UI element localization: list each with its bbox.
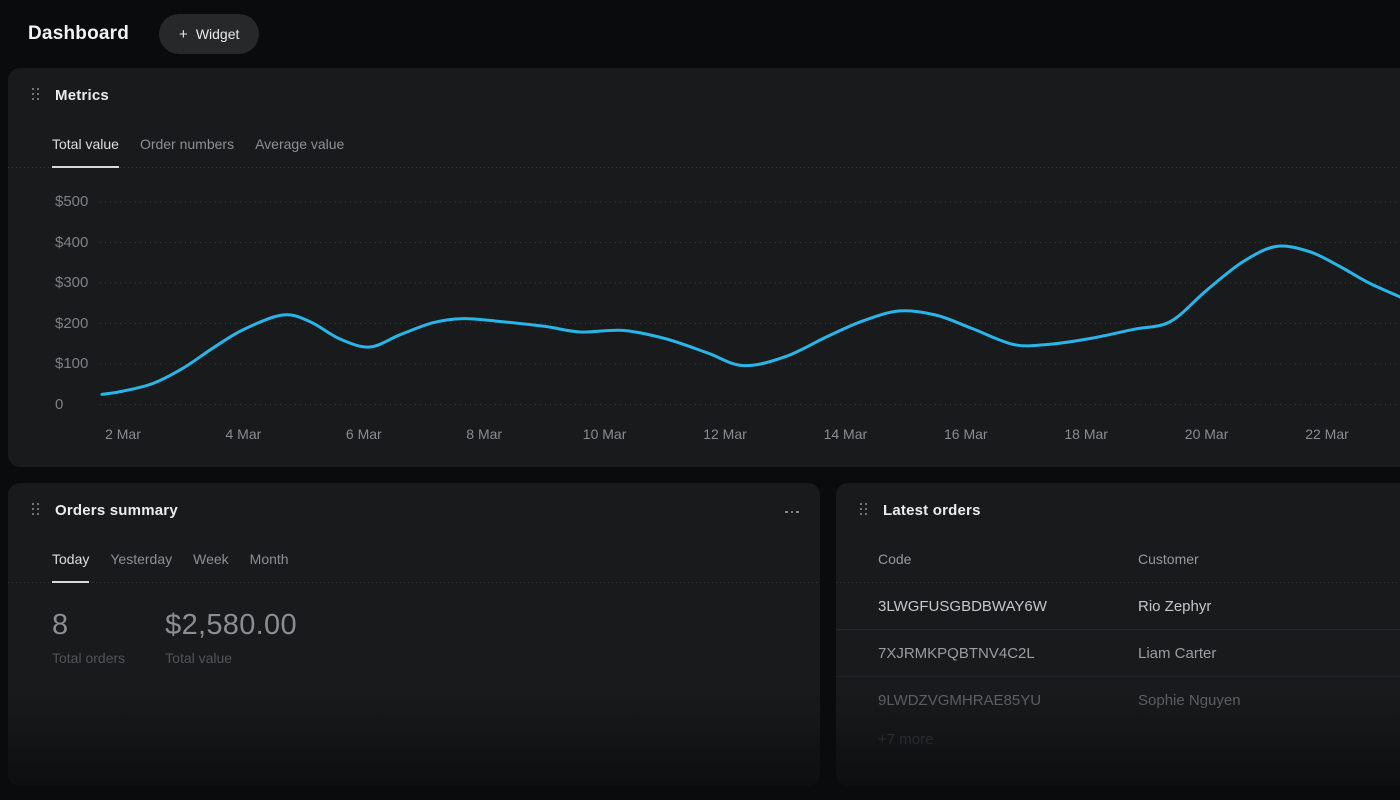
latest-orders-title: Latest orders: [883, 502, 981, 519]
plus-icon: +: [179, 26, 188, 43]
total-orders-label: Total orders: [52, 650, 125, 666]
order-code: 7XJRMKPQBTNV4C2L: [878, 645, 1138, 662]
drag-handle-icon[interactable]: [860, 503, 867, 515]
metrics-widget: Metrics Total value Order numbers Averag…: [8, 68, 1400, 467]
order-customer: Sophie Nguyen: [1138, 692, 1241, 709]
add-widget-button[interactable]: + Widget: [159, 14, 259, 54]
latest-orders-header: Code Customer: [836, 535, 1400, 583]
x-tick-label: 12 Mar: [690, 426, 760, 442]
stat-total-value: $2,580.00 Total value: [165, 609, 297, 666]
x-tick-label: 2 Mar: [88, 426, 158, 442]
more-orders-link[interactable]: +7 more: [878, 731, 933, 748]
order-code: 9LWDZVGMHRAE85YU: [878, 692, 1138, 709]
latest-orders-widget: Latest orders Code Customer 3LWGFUSGBDBW…: [836, 483, 1400, 786]
x-tick-label: 16 Mar: [931, 426, 1001, 442]
orders-summary-stats: 8 Total orders $2,580.00 Total value: [52, 609, 297, 666]
latest-orders-rows: 3LWGFUSGBDBWAY6W Rio Zephyr 7XJRMKPQBTNV…: [836, 583, 1400, 724]
x-tick-label: 6 Mar: [329, 426, 399, 442]
total-value-label: Total value: [165, 650, 297, 666]
orders-summary-tabs: Today Yesterday Week Month: [8, 535, 820, 583]
column-header-code: Code: [878, 551, 1138, 567]
top-bar: Dashboard + Widget: [0, 0, 1400, 68]
order-customer: Liam Carter: [1138, 645, 1216, 662]
orders-summary-widget: Orders summary Today Yesterday Week Mont…: [8, 483, 820, 786]
y-tick-label: $500: [55, 193, 99, 210]
tab-week[interactable]: Week: [193, 535, 229, 583]
page-title: Dashboard: [28, 23, 129, 45]
total-value-value: $2,580.00: [165, 609, 297, 642]
metrics-tabs: Total value Order numbers Average value: [8, 120, 1400, 168]
table-row[interactable]: 9LWDZVGMHRAE85YU Sophie Nguyen: [836, 677, 1400, 724]
x-tick-label: 8 Mar: [449, 426, 519, 442]
x-tick-label: 20 Mar: [1172, 426, 1242, 442]
metrics-title: Metrics: [55, 87, 109, 104]
orders-summary-title: Orders summary: [55, 502, 178, 519]
y-tick-label: $400: [55, 234, 99, 251]
total-orders-value: 8: [52, 609, 125, 642]
x-tick-label: 14 Mar: [810, 426, 880, 442]
table-row[interactable]: 7XJRMKPQBTNV4C2L Liam Carter: [836, 630, 1400, 677]
tab-average-value[interactable]: Average value: [255, 120, 344, 168]
ellipsis-menu-icon[interactable]: [780, 503, 804, 521]
tab-yesterday[interactable]: Yesterday: [110, 535, 172, 583]
y-tick-label: $100: [55, 355, 99, 372]
add-widget-label: Widget: [196, 26, 240, 42]
order-code: 3LWGFUSGBDBWAY6W: [878, 598, 1138, 615]
chart-line: [102, 246, 1400, 394]
stat-total-orders: 8 Total orders: [52, 609, 125, 666]
tab-order-numbers[interactable]: Order numbers: [140, 120, 234, 168]
table-row[interactable]: 3LWGFUSGBDBWAY6W Rio Zephyr: [836, 583, 1400, 630]
tab-month[interactable]: Month: [250, 535, 289, 583]
y-tick-label: $200: [55, 315, 99, 332]
drag-handle-icon[interactable]: [32, 503, 39, 515]
y-tick-label: $300: [55, 274, 99, 291]
x-tick-label: 4 Mar: [208, 426, 278, 442]
drag-handle-icon[interactable]: [32, 88, 39, 100]
y-tick-label: 0: [55, 396, 99, 413]
x-tick-label: 22 Mar: [1292, 426, 1362, 442]
tab-today[interactable]: Today: [52, 535, 89, 583]
x-tick-label: 18 Mar: [1051, 426, 1121, 442]
order-customer: Rio Zephyr: [1138, 598, 1211, 615]
tab-total-value[interactable]: Total value: [52, 120, 119, 168]
x-tick-label: 10 Mar: [570, 426, 640, 442]
column-header-customer: Customer: [1138, 551, 1199, 567]
